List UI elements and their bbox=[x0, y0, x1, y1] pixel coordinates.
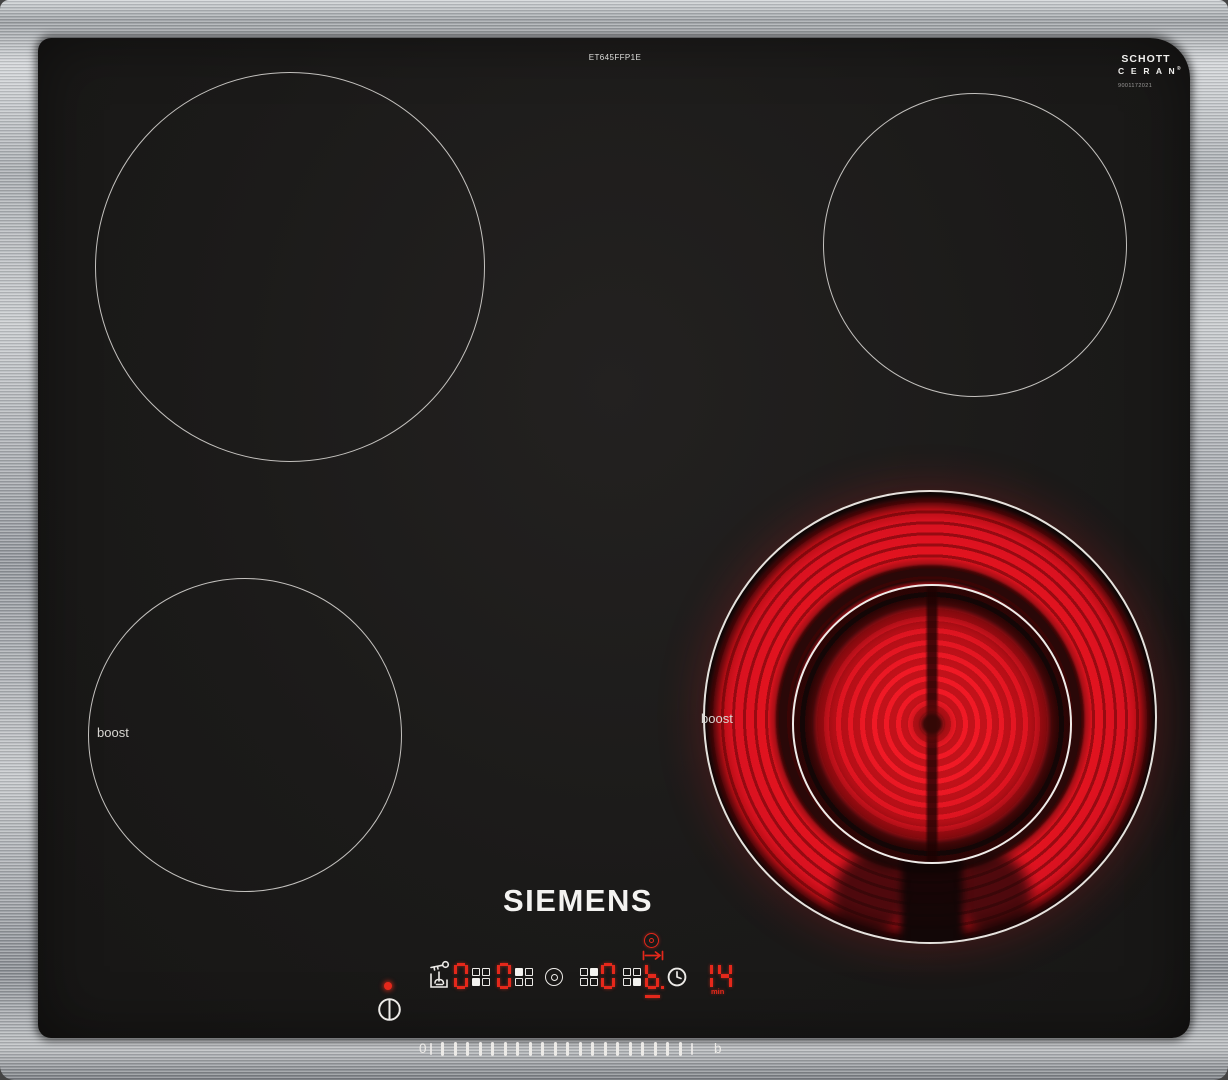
zone-grid-cell-bottom-left bbox=[515, 978, 523, 986]
zone-grid-cell-top-right bbox=[482, 968, 490, 976]
seven-segment-digit bbox=[645, 963, 659, 989]
zone-display-front-left bbox=[454, 963, 468, 989]
slider-tick bbox=[529, 1042, 532, 1056]
touch-control-panel: min 0 b bbox=[38, 38, 1190, 1038]
zone-select-back-left[interactable] bbox=[515, 968, 533, 986]
slider-tick bbox=[541, 1042, 544, 1056]
dual-zone-icon bbox=[551, 974, 558, 981]
zone-grid-cell-top-left bbox=[623, 968, 631, 976]
zone-display-front-right bbox=[645, 963, 659, 989]
zone-grid-cell-top-left bbox=[515, 968, 523, 976]
zone-grid-cell-bottom-right bbox=[590, 978, 598, 986]
timer-button[interactable] bbox=[667, 967, 687, 987]
zone-grid-cell-top-right bbox=[633, 968, 641, 976]
boost-active-underline bbox=[645, 995, 660, 998]
seven-segment-digit bbox=[497, 963, 511, 989]
slider-tick bbox=[454, 1042, 457, 1056]
seven-segment-digit bbox=[601, 963, 615, 989]
slider-tick bbox=[566, 1042, 569, 1056]
zone-grid-cell-bottom-left bbox=[623, 978, 631, 986]
power-led bbox=[384, 982, 392, 990]
dual-zone-active-icon bbox=[649, 938, 654, 943]
zone-grid-cell-bottom-left bbox=[580, 978, 588, 986]
zone-grid-cell-top-left bbox=[580, 968, 588, 976]
zone-grid-cell-bottom-right bbox=[633, 978, 641, 986]
zone-grid-cell-bottom-right bbox=[482, 978, 490, 986]
zone-grid-cell-top-right bbox=[525, 968, 533, 976]
child-lock-icon bbox=[427, 960, 451, 992]
seven-segment-digit bbox=[699, 963, 713, 989]
zone-select-back-right[interactable] bbox=[580, 968, 598, 986]
zone-display-back-right bbox=[601, 963, 615, 989]
slider-tick bbox=[441, 1042, 444, 1056]
power-icon bbox=[377, 997, 402, 1022]
slider-tick bbox=[504, 1042, 507, 1056]
slider-tick bbox=[554, 1042, 557, 1056]
dual-zone-button[interactable] bbox=[545, 968, 563, 986]
ceran-glass-surface: ET645FFP1E SCHOTT C E R A N® 9001172021 … bbox=[38, 38, 1190, 1038]
slider-tick bbox=[629, 1042, 632, 1056]
zone-select-front-right[interactable] bbox=[623, 968, 641, 986]
slider-min-label: 0 bbox=[419, 1041, 427, 1056]
slider-boost-label: b bbox=[714, 1041, 722, 1056]
slider-tick bbox=[679, 1042, 682, 1056]
zone-grid-cell-bottom-right bbox=[525, 978, 533, 986]
slider-tick bbox=[479, 1042, 482, 1056]
child-lock-button[interactable] bbox=[427, 960, 451, 992]
boost-label-front-right: boost bbox=[701, 711, 733, 726]
zone-grid-cell-bottom-left bbox=[472, 978, 480, 986]
power-button[interactable] bbox=[377, 997, 402, 1022]
dual-zone-active-indicator bbox=[644, 933, 659, 948]
zone-display-back-left bbox=[497, 963, 511, 989]
slider-tick bbox=[516, 1042, 519, 1056]
seven-segment-digit bbox=[718, 963, 732, 989]
zone-select-front-left[interactable] bbox=[472, 968, 490, 986]
slider-tick bbox=[591, 1042, 594, 1056]
siemens-hob-photo: { "hob": { "model_label": "ET645FFP1E", … bbox=[0, 0, 1228, 1080]
slider-tick bbox=[666, 1042, 669, 1056]
timer-display bbox=[699, 963, 732, 989]
slider-tick bbox=[604, 1042, 607, 1056]
clock-icon bbox=[667, 967, 687, 987]
slider-tick bbox=[654, 1042, 657, 1056]
boost-label-front-left: boost bbox=[97, 725, 129, 740]
seven-segment-digit bbox=[454, 963, 468, 989]
timer-transfer-indicator bbox=[642, 950, 664, 961]
slider-tick bbox=[430, 1043, 432, 1055]
slider-tick bbox=[491, 1042, 494, 1056]
slider-tick bbox=[691, 1043, 693, 1055]
power-level-slider[interactable] bbox=[430, 1040, 693, 1058]
zone-grid-cell-top-right bbox=[590, 968, 598, 976]
slider-tick bbox=[579, 1042, 582, 1056]
slider-tick bbox=[466, 1042, 469, 1056]
zone-grid-cell-top-left bbox=[472, 968, 480, 976]
display-decimal-dot bbox=[661, 986, 664, 989]
timer-transfer-icon bbox=[642, 950, 664, 961]
slider-tick bbox=[616, 1042, 619, 1056]
slider-tick bbox=[641, 1042, 644, 1056]
